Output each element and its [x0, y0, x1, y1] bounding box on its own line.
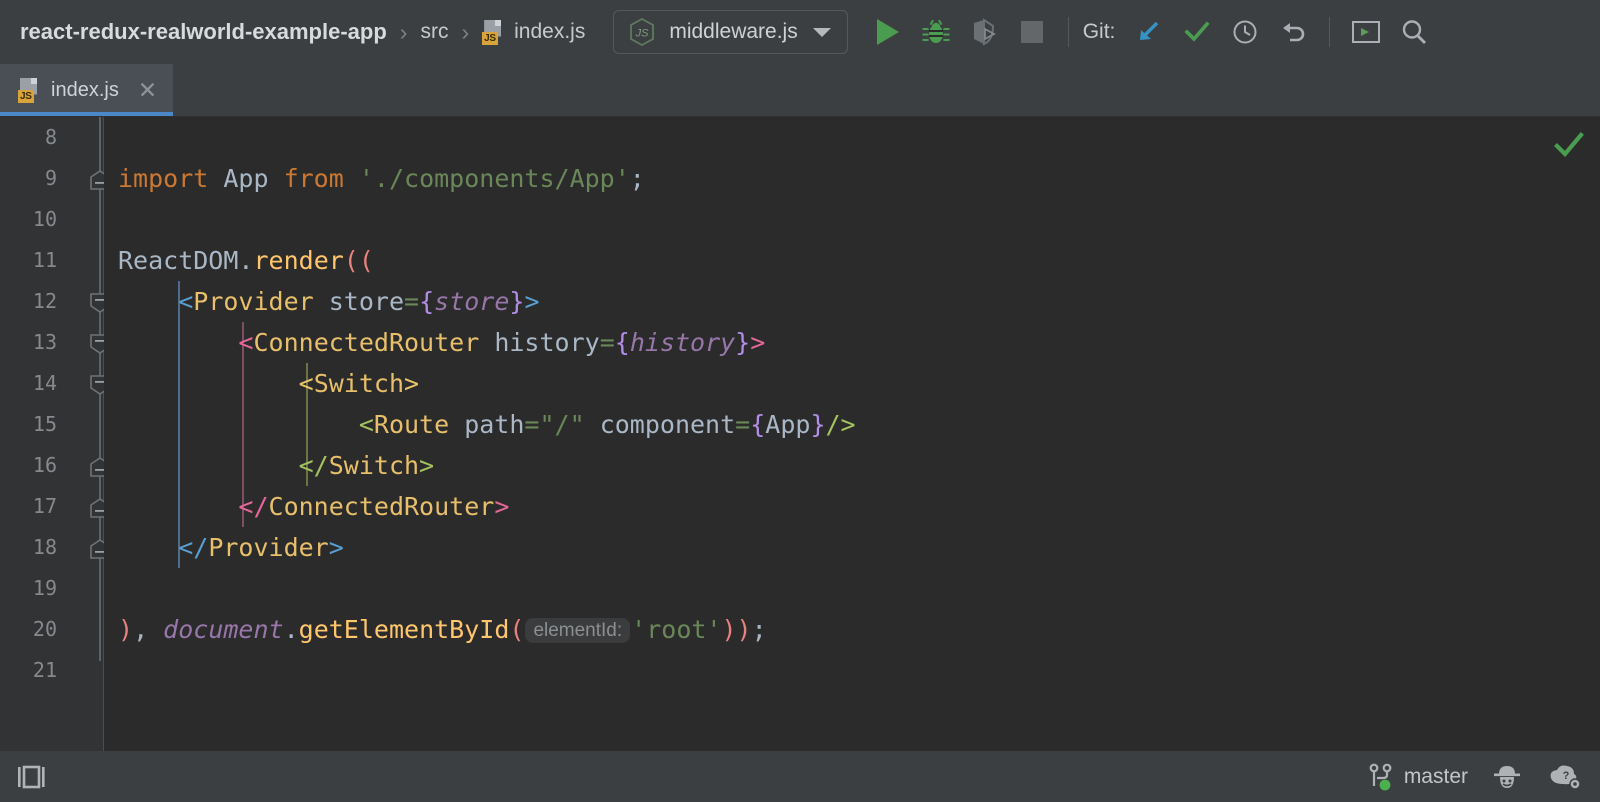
line-number: 13	[32, 330, 57, 354]
bug-icon	[922, 19, 950, 43]
breadcrumb-separator-1: ›	[399, 18, 408, 45]
debug-button[interactable]	[914, 10, 958, 54]
line-number: 21	[32, 658, 57, 682]
git-branch-icon	[1369, 763, 1392, 790]
commit-button[interactable]	[1175, 10, 1219, 54]
search-icon	[1403, 20, 1427, 44]
breadcrumb-file-label: index.js	[514, 20, 586, 43]
clock-icon	[1233, 20, 1257, 44]
line-number: 10	[32, 207, 57, 231]
terminal-button[interactable]	[1344, 10, 1388, 54]
code-line-9[interactable]: import App from './components/App';	[118, 158, 645, 199]
js-file-icon: JS	[482, 19, 505, 45]
code-content[interactable]: import App from './components/App'; Reac…	[104, 117, 1600, 751]
inlay-hint-parameter: elementId:	[525, 618, 631, 643]
tab-active-underline	[0, 112, 174, 116]
coverage-button[interactable]	[962, 10, 1006, 54]
line-number: 9	[44, 166, 57, 190]
code-line-17[interactable]: </ConnectedRouter>	[118, 486, 509, 527]
run-configuration-selector[interactable]: JS middleware.js	[613, 10, 848, 54]
stop-square-icon	[1020, 21, 1043, 43]
green-checkmark-icon	[1554, 132, 1584, 158]
detective-hat-icon[interactable]	[1490, 762, 1524, 792]
line-number: 11	[32, 248, 57, 272]
run-button[interactable]	[866, 10, 910, 54]
git-toolbar-buttons	[1127, 10, 1315, 54]
code-line-20[interactable]: ), document.getElementById(elementId:'ro…	[118, 609, 767, 650]
breadcrumb-separator-2: ›	[461, 18, 470, 45]
run-triangle-icon	[876, 19, 899, 45]
line-number: 20	[32, 617, 57, 641]
line-number: 8	[44, 125, 57, 149]
stop-button[interactable]	[1010, 10, 1054, 54]
nodejs-js-icon: JS	[630, 17, 655, 47]
branch-name: master	[1403, 764, 1468, 788]
line-number: 12	[32, 289, 57, 313]
breadcrumb-project[interactable]: react-redux-realworld-example-app	[18, 17, 389, 47]
code-line-12[interactable]: <Provider store={store}>	[118, 281, 539, 322]
checkmark-icon	[1184, 21, 1210, 42]
help-settings-icon[interactable]: ?	[1546, 762, 1582, 792]
code-line-13[interactable]: <ConnectedRouter history={history}>	[118, 322, 765, 363]
undo-arrow-icon	[1283, 23, 1305, 42]
main-toolbar: react-redux-realworld-example-app › src …	[0, 0, 1600, 64]
git-label: Git:	[1082, 20, 1116, 43]
close-icon[interactable]: ✕	[138, 78, 157, 102]
breadcrumb-folder-src[interactable]: src	[418, 18, 450, 46]
line-number: 14	[32, 371, 57, 395]
chevron-down-icon[interactable]	[812, 27, 831, 37]
tool-windows-layout-icon[interactable]	[14, 762, 48, 792]
line-number: 17	[32, 494, 57, 518]
tab-index-js[interactable]: JS index.js ✕	[0, 64, 174, 116]
terminal-window-icon	[1352, 21, 1381, 43]
history-button[interactable]	[1223, 10, 1267, 54]
tab-label: index.js	[51, 78, 119, 101]
right-toolbar-buttons	[1344, 10, 1436, 54]
update-project-button[interactable]	[1127, 10, 1171, 54]
js-file-icon: JS	[18, 77, 41, 103]
search-everywhere-button[interactable]	[1392, 10, 1436, 54]
code-editor[interactable]: 8 9 10 11 12 13 14 15 16 17 18 19 20 21	[0, 117, 1600, 751]
code-line-11[interactable]: ReactDOM.render((	[118, 240, 374, 281]
breadcrumb-file[interactable]: JS index.js	[480, 18, 587, 47]
editor-gutter[interactable]: 8 9 10 11 12 13 14 15 16 17 18 19 20 21	[0, 117, 110, 751]
code-line-16[interactable]: </Switch>	[118, 445, 434, 486]
git-branch-widget[interactable]: master	[1367, 762, 1468, 792]
status-bar: master ?	[0, 751, 1600, 802]
line-number: 16	[32, 453, 57, 477]
svg-text:?: ?	[1563, 770, 1570, 782]
arrow-down-left-icon	[1140, 21, 1159, 40]
status-bar-right: master ?	[1367, 762, 1582, 792]
toolbar-divider-1	[1067, 17, 1069, 47]
breadcrumb: react-redux-realworld-example-app › src …	[18, 17, 587, 47]
code-line-18[interactable]: </Provider>	[118, 527, 344, 568]
line-number: 18	[32, 535, 57, 559]
toolbar-divider-2	[1329, 17, 1331, 47]
run-with-coverage-icon	[973, 18, 996, 46]
code-line-15[interactable]: <Route path="/" component={App}/>	[118, 404, 856, 445]
svg-text:JS: JS	[635, 28, 650, 40]
line-number: 15	[32, 412, 57, 436]
editor-tab-bar: JS index.js ✕	[0, 64, 1600, 117]
inspection-status-widget[interactable]	[1552, 129, 1586, 168]
run-toolbar-buttons	[866, 10, 1054, 54]
run-configuration-name: middleware.js	[669, 20, 798, 43]
code-line-14[interactable]: <Switch>	[118, 363, 419, 404]
rollback-button[interactable]	[1271, 10, 1315, 54]
line-number: 19	[32, 576, 57, 600]
